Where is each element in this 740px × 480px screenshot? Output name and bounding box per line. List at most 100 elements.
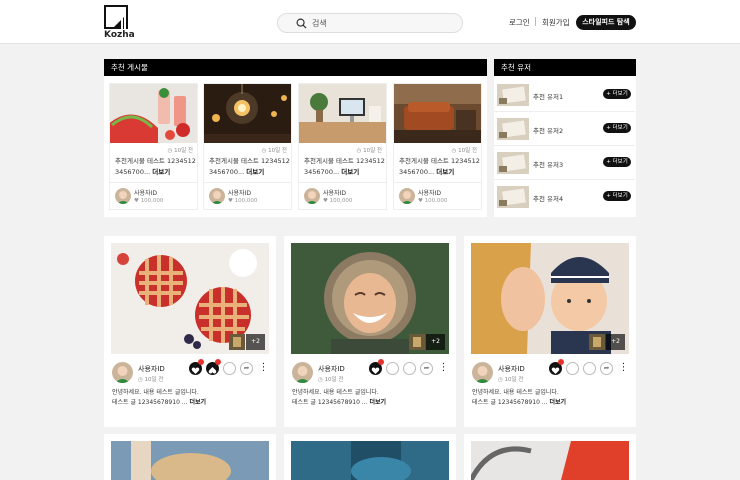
search-input[interactable]: 검색 xyxy=(277,13,463,33)
recommended-post-card[interactable]: ◷ 10일 전 추천게시물 테스트 1234512 3456700... 더보기… xyxy=(298,83,387,210)
feed-date: ◷ 10일 전 xyxy=(138,377,164,383)
user-thumbnail xyxy=(497,84,529,106)
dislike-icon[interactable] xyxy=(566,362,579,375)
divider xyxy=(394,182,481,183)
post-image xyxy=(394,84,481,143)
comment-icon[interactable] xyxy=(223,362,236,375)
avatar[interactable] xyxy=(304,188,320,204)
follow-more-button[interactable]: + 더보기 xyxy=(603,191,631,201)
recommended-post-card[interactable]: ◷ 10일 전 추천게시물 테스트 1234512 3456700... 더보기… xyxy=(393,83,482,210)
feed-more-link[interactable]: 더보기 xyxy=(549,399,566,406)
feed-text-line1: 안녕하세요. 내용 테스트 글입니다. xyxy=(472,389,559,396)
recommended-user-row[interactable]: 추천 유저4 + 더보기 xyxy=(494,180,635,214)
follow-more-button[interactable]: + 더보기 xyxy=(603,157,631,167)
post-text-line1: 추천게시물 테스트 1234512 xyxy=(399,157,480,165)
search-icon xyxy=(296,18,307,29)
more-images-indicator[interactable]: +2 xyxy=(409,334,445,350)
more-options-icon[interactable]: ⋮ xyxy=(437,362,450,375)
post-image xyxy=(204,84,291,143)
post-username[interactable]: 사용자ID xyxy=(134,188,157,197)
divider xyxy=(110,182,197,183)
more-images-count: +2 xyxy=(246,334,265,350)
feed-image: +2 xyxy=(291,243,449,354)
recommended-post-card[interactable]: ◷ 10일 전 추천게시물 테스트 1234512 3456700... 더보기… xyxy=(203,83,292,210)
feed-card[interactable] xyxy=(104,434,276,480)
avatar[interactable] xyxy=(209,188,225,204)
share-icon[interactable]: ➦ xyxy=(420,362,433,375)
feed-action-icons: ➦ ⋮ xyxy=(549,359,630,376)
post-username[interactable]: 사용자ID xyxy=(418,188,441,197)
share-icon[interactable]: ➦ xyxy=(600,362,613,375)
comment-icon[interactable] xyxy=(583,362,596,375)
feed-text: 안녕하세요. 내용 테스트 글입니다. 테스트 글 12345678910 ..… xyxy=(472,388,566,408)
share-icon[interactable]: ➦ xyxy=(240,362,253,375)
feed-more-link[interactable]: 더보기 xyxy=(369,399,386,406)
recommended-user-row[interactable]: 추천 유저3 + 더보기 xyxy=(494,146,635,180)
feed-text: 안녕하세요. 내용 테스트 글입니다. 테스트 글 12345678910 ..… xyxy=(112,388,206,408)
badge-icon xyxy=(378,359,384,365)
comment-icon[interactable] xyxy=(403,362,416,375)
avatar[interactable] xyxy=(472,362,493,383)
post-date: ◷ 10일 전 xyxy=(261,148,287,154)
feed-card[interactable] xyxy=(464,434,636,480)
more-images-indicator[interactable]: +2 xyxy=(229,334,265,350)
recommended-user-row[interactable]: 추천 유저1 + 더보기 xyxy=(494,78,635,112)
kozha-logo[interactable]: Kozha xyxy=(104,5,135,40)
feed-card[interactable]: +2 사용자ID ◷ 10일 전 ➦ ⋮ 안녕하세요. 내용 테스트 글입니다.… xyxy=(284,236,456,427)
signup-link[interactable]: 회원가입 xyxy=(542,17,570,28)
post-text: 추천게시물 테스트 1234512 3456700... 더보기 xyxy=(399,156,481,178)
avatar[interactable] xyxy=(292,362,313,383)
post-image xyxy=(110,84,197,143)
post-likes: ♥ 100,000 xyxy=(323,198,353,204)
post-text-line2: 3456700... xyxy=(399,168,435,176)
feed-more-link[interactable]: 더보기 xyxy=(189,399,206,406)
avatar[interactable] xyxy=(115,188,131,204)
post-username[interactable]: 사용자ID xyxy=(228,188,251,197)
divider xyxy=(204,182,291,183)
user-thumbnail xyxy=(497,186,529,208)
post-more-link[interactable]: 더보기 xyxy=(152,168,170,176)
recommended-posts-title: 추천 게시물 xyxy=(104,59,487,76)
user-thumbnail xyxy=(497,118,529,140)
feed-image xyxy=(291,441,449,480)
avatar[interactable] xyxy=(112,362,133,383)
style-feed-button[interactable]: 스타일피드 탐색 xyxy=(576,15,636,30)
post-text-line1: 추천게시물 테스트 1234512 xyxy=(209,157,290,165)
follow-more-button[interactable]: + 더보기 xyxy=(603,89,631,99)
more-options-icon[interactable]: ⋮ xyxy=(617,362,630,375)
feed-username[interactable]: 사용자ID xyxy=(498,364,525,374)
search-placeholder: 검색 xyxy=(312,19,327,28)
nav-divider xyxy=(535,17,536,26)
post-more-link[interactable]: 더보기 xyxy=(436,168,454,176)
more-images-indicator[interactable]: +2 xyxy=(589,334,625,350)
post-text: 추천게시물 테스트 1234512 3456700... 더보기 xyxy=(304,156,386,178)
user-thumbnail xyxy=(497,152,529,174)
follow-more-button[interactable]: + 더보기 xyxy=(603,123,631,133)
feed-card[interactable]: +2 사용자ID ◷ 10일 전 ➦ ⋮ 안녕하세요. 내용 테스트 글입니다.… xyxy=(104,236,276,427)
login-link[interactable]: 로그인 xyxy=(509,17,530,28)
feed-username[interactable]: 사용자ID xyxy=(318,364,345,374)
feed-date: ◷ 10일 전 xyxy=(318,377,344,383)
post-username[interactable]: 사용자ID xyxy=(323,188,346,197)
feed-image xyxy=(111,441,269,480)
feed-date: ◷ 10일 전 xyxy=(498,377,524,383)
recommended-post-card[interactable]: ◷ 10일 전 추천게시물 테스트 1234512 3456700... 더보기… xyxy=(109,83,198,210)
top-header: Kozha 검색 로그인 회원가입 스타일피드 탐색 xyxy=(0,0,740,44)
dislike-icon[interactable] xyxy=(386,362,399,375)
recommended-posts-panel: 추천 게시물 ◷ 10일 전 추천게시물 테스트 1234512 3456700… xyxy=(104,59,487,217)
post-more-link[interactable]: 더보기 xyxy=(246,168,264,176)
user-name: 추천 유저3 xyxy=(533,161,564,169)
post-more-link[interactable]: 더보기 xyxy=(341,168,359,176)
feed-text: 안녕하세요. 내용 테스트 글입니다. 테스트 글 12345678910 ..… xyxy=(292,388,386,408)
badge-icon xyxy=(215,359,221,365)
feed-text-line2: 테스트 글 12345678910 ... xyxy=(472,399,548,406)
post-text-line1: 추천게시물 테스트 1234512 xyxy=(115,157,196,165)
feed-card[interactable] xyxy=(284,434,456,480)
recommended-user-row[interactable]: 추천 유저2 + 더보기 xyxy=(494,112,635,146)
more-options-icon[interactable]: ⋮ xyxy=(257,362,270,375)
feed-username[interactable]: 사용자ID xyxy=(138,364,165,374)
avatar[interactable] xyxy=(399,188,415,204)
user-name: 추천 유저4 xyxy=(533,195,564,203)
post-text-line1: 추천게시물 테스트 1234512 xyxy=(304,157,385,165)
feed-card[interactable]: +2 사용자ID ◷ 10일 전 ➦ ⋮ 안녕하세요. 내용 테스트 글입니다.… xyxy=(464,236,636,427)
